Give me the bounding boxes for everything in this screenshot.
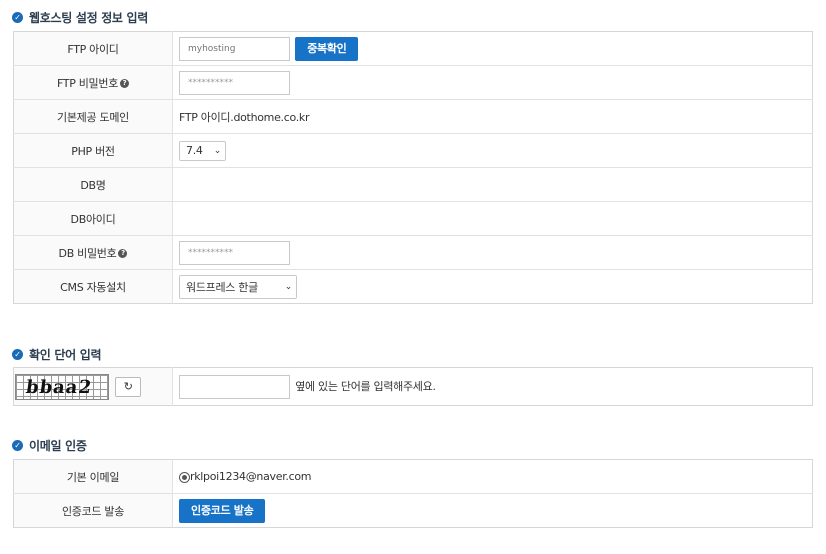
ftp-password-field-cell — [172, 65, 813, 100]
table-row: CMS 자동설치 워드프레스 한글 ⌄ — [13, 269, 813, 304]
check-circle-icon: ✓ — [12, 440, 23, 451]
table-row: 기본제공 도메인 FTP 아이디.dothome.co.kr — [13, 99, 813, 134]
captcha-image: bbaa2 — [15, 373, 109, 400]
table-row: DB아이디 — [13, 201, 813, 236]
duplicate-check-button[interactable]: 중복확인 — [295, 36, 359, 61]
section-title-email: ✓ 이메일 인증 — [12, 437, 87, 454]
question-circle-icon[interactable]: ? — [120, 79, 130, 88]
db-password-label: DB 비밀번호 — [58, 246, 117, 260]
email-value: rklpoi1234@naver.com — [190, 470, 312, 483]
email-radio[interactable] — [179, 471, 190, 483]
auth-code-field-cell: 인증코드 발송 — [172, 493, 813, 528]
captcha-hint: 옆에 있는 단어를 입력해주세요. — [295, 379, 436, 393]
ftp-id-input[interactable] — [179, 36, 290, 61]
captcha-input[interactable] — [179, 374, 290, 399]
table-row: PHP 버전 7.4 ⌄ — [13, 133, 813, 168]
php-version-label: PHP 버전 — [13, 133, 173, 168]
section-title-hosting: ✓ 웹호스팅 설정 정보 입력 — [12, 9, 148, 26]
section-title-text: 확인 단어 입력 — [29, 348, 102, 362]
captcha-field-cell: 옆에 있는 단어를 입력해주세요. — [173, 368, 813, 406]
section-title-captcha: ✓ 확인 단어 입력 — [12, 346, 102, 363]
cms-install-label: CMS 자동설치 — [13, 269, 173, 304]
question-circle-icon[interactable]: ? — [118, 249, 128, 258]
db-name-value — [172, 167, 813, 202]
db-password-input[interactable] — [179, 240, 290, 265]
check-circle-icon: ✓ — [12, 12, 23, 23]
captcha-text: bbaa2 — [24, 376, 94, 398]
php-version-field-cell: 7.4 ⌄ — [172, 133, 813, 168]
refresh-icon[interactable]: ↻ — [115, 376, 142, 397]
chevron-down-icon: ⌄ — [213, 145, 222, 156]
ftp-id-label: FTP 아이디 — [13, 31, 173, 66]
db-password-label-cell: DB 비밀번호? — [13, 235, 173, 270]
check-circle-icon: ✓ — [12, 349, 23, 360]
ftp-password-label-cell: FTP 비밀번호? — [13, 65, 173, 100]
send-auth-code-button[interactable]: 인증코드 발송 — [179, 498, 266, 523]
email-label: 기본 이메일 — [13, 459, 173, 494]
default-domain-value: FTP 아이디.dothome.co.kr — [179, 110, 310, 124]
email-field-cell: rklpoi1234@naver.com — [173, 460, 813, 494]
db-name-label: DB명 — [13, 167, 173, 202]
table-row: 기본 이메일 rklpoi1234@naver.com — [13, 459, 813, 494]
table-row: FTP 아이디 중복확인 — [13, 31, 813, 66]
chevron-down-icon: ⌄ — [284, 281, 293, 292]
table-row: bbaa2 ↻ 옆에 있는 단어를 입력해주세요. — [13, 367, 813, 406]
table-row: DB 비밀번호? — [13, 235, 813, 270]
section-title-text: 웹호스팅 설정 정보 입력 — [29, 11, 149, 25]
table-row: FTP 비밀번호? — [13, 65, 813, 100]
section-title-text: 이메일 인증 — [29, 439, 87, 453]
default-domain-label: 기본제공 도메인 — [13, 99, 173, 134]
captcha-image-cell: bbaa2 ↻ — [13, 367, 173, 406]
table-row: DB명 — [13, 167, 813, 202]
email-form-table: 기본 이메일 rklpoi1234@naver.com 인증코드 발송 인증코드… — [13, 459, 813, 528]
auth-code-label: 인증코드 발송 — [13, 493, 173, 528]
hosting-form-table: FTP 아이디 중복확인 FTP 비밀번호? 기본제공 도메인 FTP 아이디.… — [13, 31, 813, 304]
captcha-form-table: bbaa2 ↻ 옆에 있는 단어를 입력해주세요. — [13, 367, 813, 406]
ftp-password-input[interactable] — [179, 70, 290, 95]
table-row: 인증코드 발송 인증코드 발송 — [13, 493, 813, 528]
db-password-field-cell — [172, 235, 813, 270]
ftp-id-field-cell: 중복확인 — [173, 32, 813, 66]
ftp-password-label: FTP 비밀번호 — [56, 76, 119, 90]
db-id-label: DB아이디 — [13, 201, 173, 236]
php-version-selected: 7.4 — [186, 144, 203, 157]
cms-install-field-cell: 워드프레스 한글 ⌄ — [172, 269, 813, 304]
cms-install-selected: 워드프레스 한글 — [186, 280, 258, 294]
default-domain-field-cell: FTP 아이디.dothome.co.kr — [172, 99, 813, 134]
db-id-value — [172, 201, 813, 236]
php-version-select[interactable]: 7.4 ⌄ — [179, 140, 226, 161]
cms-install-select[interactable]: 워드프레스 한글 ⌄ — [179, 274, 297, 299]
